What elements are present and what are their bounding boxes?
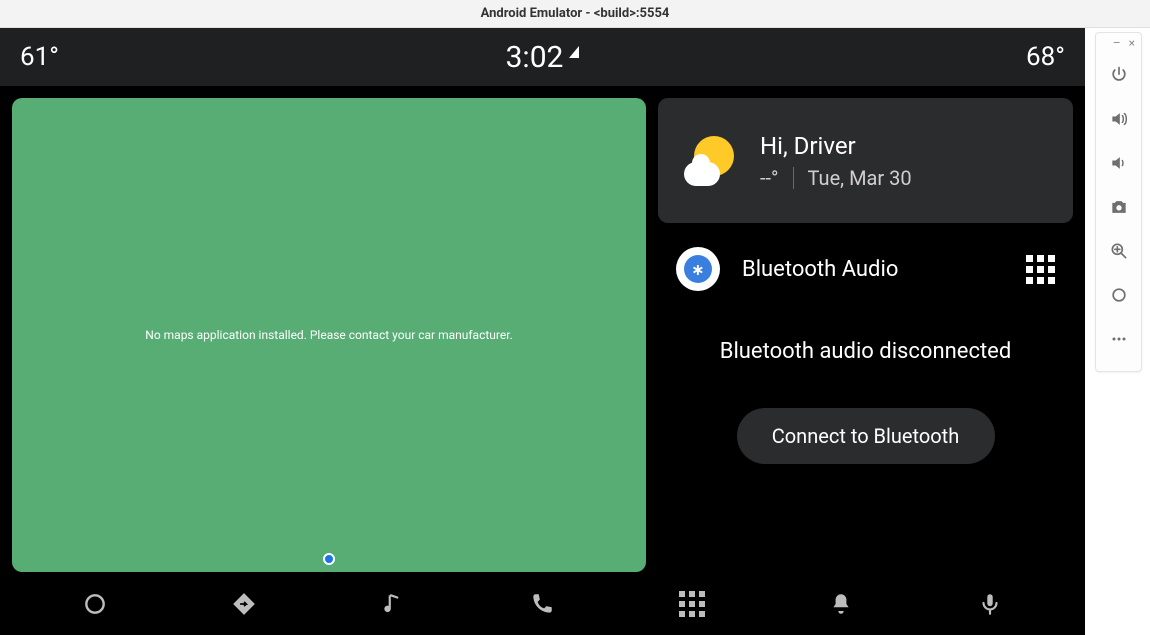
power-icon[interactable] xyxy=(1095,53,1142,97)
window-content: 61° 3:02 68° No maps application install… xyxy=(0,28,1150,635)
device-screen: 61° 3:02 68° No maps application install… xyxy=(0,28,1085,635)
app-grid-icon[interactable] xyxy=(1026,255,1055,284)
car-status-bar: 61° 3:02 68° xyxy=(0,28,1085,86)
right-climate-temp[interactable]: 68° xyxy=(1026,42,1065,72)
bluetooth-glyph: ∗ xyxy=(684,255,712,283)
home-nav-icon[interactable] xyxy=(75,584,115,624)
maps-card[interactable]: No maps application installed. Please co… xyxy=(12,98,646,572)
bottom-nav xyxy=(0,572,1085,635)
side-column: Hi, Driver --° Tue, Mar 30 ∗ xyxy=(658,98,1073,572)
bluetooth-status-text: Bluetooth audio disconnected xyxy=(670,339,1061,364)
left-climate-temp[interactable]: 61° xyxy=(20,42,59,72)
emulator-window: Android Emulator - <build>:5554 61° 3:02… xyxy=(0,0,1150,635)
volume-up-icon[interactable] xyxy=(1095,97,1142,141)
directions-nav-icon[interactable] xyxy=(224,584,264,624)
emulator-toolbar: – × xyxy=(1095,32,1142,372)
greeting-hi: Hi, Driver xyxy=(760,132,912,160)
bluetooth-icon: ∗ xyxy=(676,247,720,291)
notifications-nav-icon[interactable] xyxy=(821,584,861,624)
apps-nav-icon[interactable] xyxy=(672,584,712,624)
weather-icon xyxy=(684,136,734,186)
window-title: Android Emulator - <build>:5554 xyxy=(481,6,670,21)
clock-time: 3:02 xyxy=(506,40,564,75)
music-nav-icon[interactable] xyxy=(373,584,413,624)
close-window-icon[interactable]: × xyxy=(1129,37,1135,49)
greeting-temp: --° xyxy=(760,166,779,190)
home-icon[interactable] xyxy=(1095,273,1142,317)
bluetooth-title: Bluetooth Audio xyxy=(742,257,1004,282)
voice-nav-icon[interactable] xyxy=(970,584,1010,624)
clock: 3:02 xyxy=(506,40,580,75)
phone-nav-icon[interactable] xyxy=(522,584,562,624)
divider xyxy=(793,167,794,189)
greeting-card[interactable]: Hi, Driver --° Tue, Mar 30 xyxy=(658,98,1073,223)
more-icon[interactable] xyxy=(1095,317,1142,361)
volume-down-icon[interactable] xyxy=(1095,141,1142,185)
connect-bluetooth-button[interactable]: Connect to Bluetooth xyxy=(737,408,995,464)
bluetooth-header: ∗ Bluetooth Audio xyxy=(670,241,1061,309)
camera-icon[interactable] xyxy=(1095,185,1142,229)
window-titlebar: Android Emulator - <build>:5554 xyxy=(0,0,1150,28)
signal-icon xyxy=(569,46,579,58)
car-home-body: No maps application installed. Please co… xyxy=(0,86,1085,572)
greeting-date: Tue, Mar 30 xyxy=(808,166,912,190)
greeting-text: Hi, Driver --° Tue, Mar 30 xyxy=(760,132,912,190)
minimize-window-icon[interactable]: – xyxy=(1113,37,1121,49)
bluetooth-card: ∗ Bluetooth Audio Bluetooth audio discon… xyxy=(658,233,1073,572)
zoom-in-icon[interactable] xyxy=(1095,229,1142,273)
window-controls: – × xyxy=(1096,33,1141,53)
maps-placeholder-text: No maps application installed. Please co… xyxy=(145,328,512,342)
